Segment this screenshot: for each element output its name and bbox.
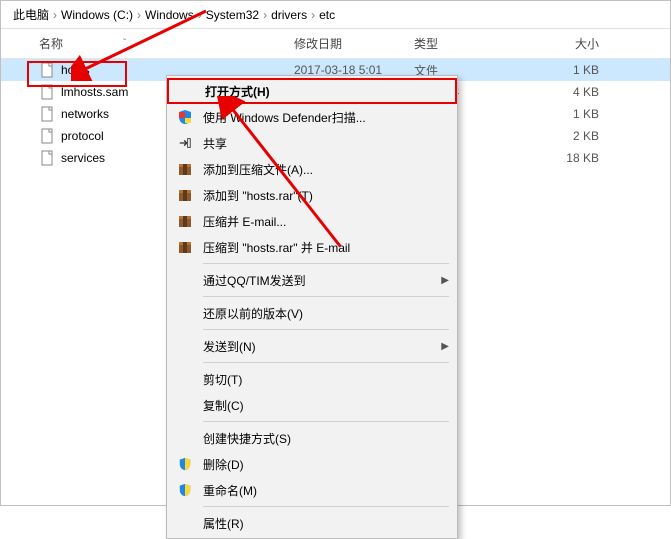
share-icon <box>175 133 195 153</box>
blank-icon <box>175 395 195 415</box>
file-icon <box>39 150 55 166</box>
menu-copy[interactable]: 复制(C) <box>167 392 457 418</box>
chevron-right-icon: › <box>51 8 59 22</box>
menu-compress-email[interactable]: 压缩并 E-mail... <box>167 208 457 234</box>
file-icon <box>39 106 55 122</box>
context-menu: 打开方式(H) 使用 Windows Defender扫描... 共享 添加到压… <box>166 75 458 539</box>
menu-separator <box>203 263 449 264</box>
crumb-segment[interactable]: Windows (C:) <box>59 8 135 22</box>
menu-add-hosts-rar[interactable]: 添加到 "hosts.rar"(T) <box>167 182 457 208</box>
sort-chevron-icon: ˇ <box>123 38 126 49</box>
file-size: 2 KB <box>529 129 619 143</box>
chevron-right-icon: › <box>135 8 143 22</box>
blank-icon <box>175 336 195 356</box>
blank-icon <box>175 303 195 323</box>
winrar-icon <box>175 159 195 179</box>
col-size[interactable]: 大小 <box>529 35 619 52</box>
menu-add-archive[interactable]: 添加到压缩文件(A)... <box>167 156 457 182</box>
shield-icon <box>175 480 195 500</box>
file-icon <box>39 128 55 144</box>
blank-icon <box>175 369 195 389</box>
winrar-icon <box>175 185 195 205</box>
crumb-segment[interactable]: Windows <box>143 8 196 22</box>
col-type[interactable]: 类型 <box>414 35 529 52</box>
crumb-segment[interactable]: 此电脑 <box>11 6 51 23</box>
file-size: 18 KB <box>529 151 619 165</box>
crumb-segment[interactable]: System32 <box>204 8 261 22</box>
menu-properties[interactable]: 属性(R) <box>167 510 457 536</box>
shield-icon <box>175 454 195 474</box>
menu-separator <box>203 329 449 330</box>
crumb-segment[interactable]: etc <box>317 8 337 22</box>
file-icon <box>39 84 55 100</box>
col-date[interactable]: 修改日期 <box>294 35 414 52</box>
chevron-right-icon: ▶ <box>441 275 449 286</box>
menu-separator <box>203 296 449 297</box>
menu-qq-tim[interactable]: 通过QQ/TIM发送到 ▶ <box>167 267 457 293</box>
crumb-segment[interactable]: drivers <box>269 8 309 22</box>
menu-compress-hosts-email[interactable]: 压缩到 "hosts.rar" 并 E-mail <box>167 234 457 260</box>
menu-send-to[interactable]: 发送到(N) ▶ <box>167 333 457 359</box>
chevron-right-icon: › <box>309 8 317 22</box>
menu-open-with[interactable]: 打开方式(H) <box>167 78 457 104</box>
menu-rename[interactable]: 重命名(M) <box>167 477 457 503</box>
menu-defender[interactable]: 使用 Windows Defender扫描... <box>167 104 457 130</box>
file-size: 1 KB <box>529 63 619 77</box>
column-headers: 名称ˇ 修改日期 类型 大小 <box>1 29 670 59</box>
menu-separator <box>203 421 449 422</box>
menu-share[interactable]: 共享 <box>167 130 457 156</box>
menu-cut[interactable]: 剪切(T) <box>167 366 457 392</box>
col-name[interactable]: 名称ˇ <box>39 35 294 52</box>
file-size: 4 KB <box>529 85 619 99</box>
chevron-right-icon: ▶ <box>441 341 449 352</box>
blank-icon <box>175 513 195 533</box>
winrar-icon <box>175 237 195 257</box>
menu-delete[interactable]: 删除(D) <box>167 451 457 477</box>
file-icon <box>39 62 55 78</box>
menu-shortcut[interactable]: 创建快捷方式(S) <box>167 425 457 451</box>
file-size: 1 KB <box>529 107 619 121</box>
blank-icon <box>177 81 197 101</box>
blank-icon <box>175 270 195 290</box>
menu-restore[interactable]: 还原以前的版本(V) <box>167 300 457 326</box>
chevron-right-icon: › <box>196 8 204 22</box>
breadcrumb[interactable]: 此电脑› Windows (C:)› Windows› System32› dr… <box>1 1 670 29</box>
chevron-right-icon: › <box>261 8 269 22</box>
menu-separator <box>203 362 449 363</box>
blank-icon <box>175 428 195 448</box>
winrar-icon <box>175 211 195 231</box>
menu-separator <box>203 506 449 507</box>
shield-icon <box>175 107 195 127</box>
